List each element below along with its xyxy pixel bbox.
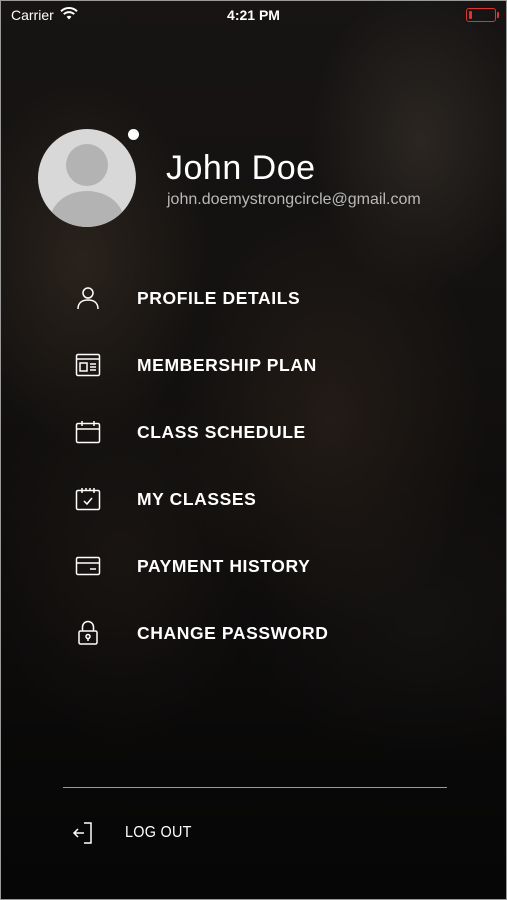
- person-placeholder-icon: [38, 129, 136, 227]
- credit-card-icon: [61, 556, 115, 576]
- menu-item-membership-plan[interactable]: MEMBERSHIP PLAN: [61, 340, 441, 390]
- user-icon: [61, 285, 115, 311]
- menu-divider: [63, 787, 447, 788]
- online-indicator: [128, 129, 139, 140]
- menu-item-label: PROFILE DETAILS: [137, 287, 301, 308]
- drawer-menu: Carrier 4:21 PM John Doe john.doemystron…: [1, 1, 506, 899]
- menu-item-my-classes[interactable]: MY CLASSES: [61, 474, 441, 524]
- profile-name: John Doe: [166, 149, 316, 187]
- status-bar: Carrier 4:21 PM: [1, 1, 506, 29]
- membership-card-icon: [61, 353, 115, 377]
- menu-item-label: PAYMENT HISTORY: [137, 555, 311, 576]
- logout-icon: [61, 821, 105, 845]
- app-screen: Carrier 4:21 PM John Doe john.doemystron…: [0, 0, 507, 900]
- lock-icon: [61, 620, 115, 646]
- logout-button[interactable]: LOG OUT: [61, 811, 281, 855]
- profile-email: john.doemystrongcircle@gmail.com: [167, 191, 421, 208]
- menu-item-class-schedule[interactable]: CLASS SCHEDULE: [61, 407, 441, 457]
- menu-item-label: MY CLASSES: [137, 488, 257, 509]
- battery-icon: [466, 8, 499, 22]
- calendar-check-icon: [61, 487, 115, 511]
- menu-item-label: MEMBERSHIP PLAN: [137, 354, 317, 375]
- logout-label: LOG OUT: [125, 824, 192, 841]
- menu-item-label: CLASS SCHEDULE: [137, 421, 306, 442]
- calendar-icon: [61, 420, 115, 444]
- menu-item-profile-details[interactable]: PROFILE DETAILS: [61, 273, 441, 323]
- status-time: 4:21 PM: [227, 7, 280, 23]
- menu-item-change-password[interactable]: CHANGE PASSWORD: [61, 608, 441, 658]
- menu-item-label: CHANGE PASSWORD: [137, 622, 329, 643]
- profile-avatar[interactable]: [38, 129, 139, 227]
- menu-item-payment-history[interactable]: PAYMENT HISTORY: [61, 541, 441, 591]
